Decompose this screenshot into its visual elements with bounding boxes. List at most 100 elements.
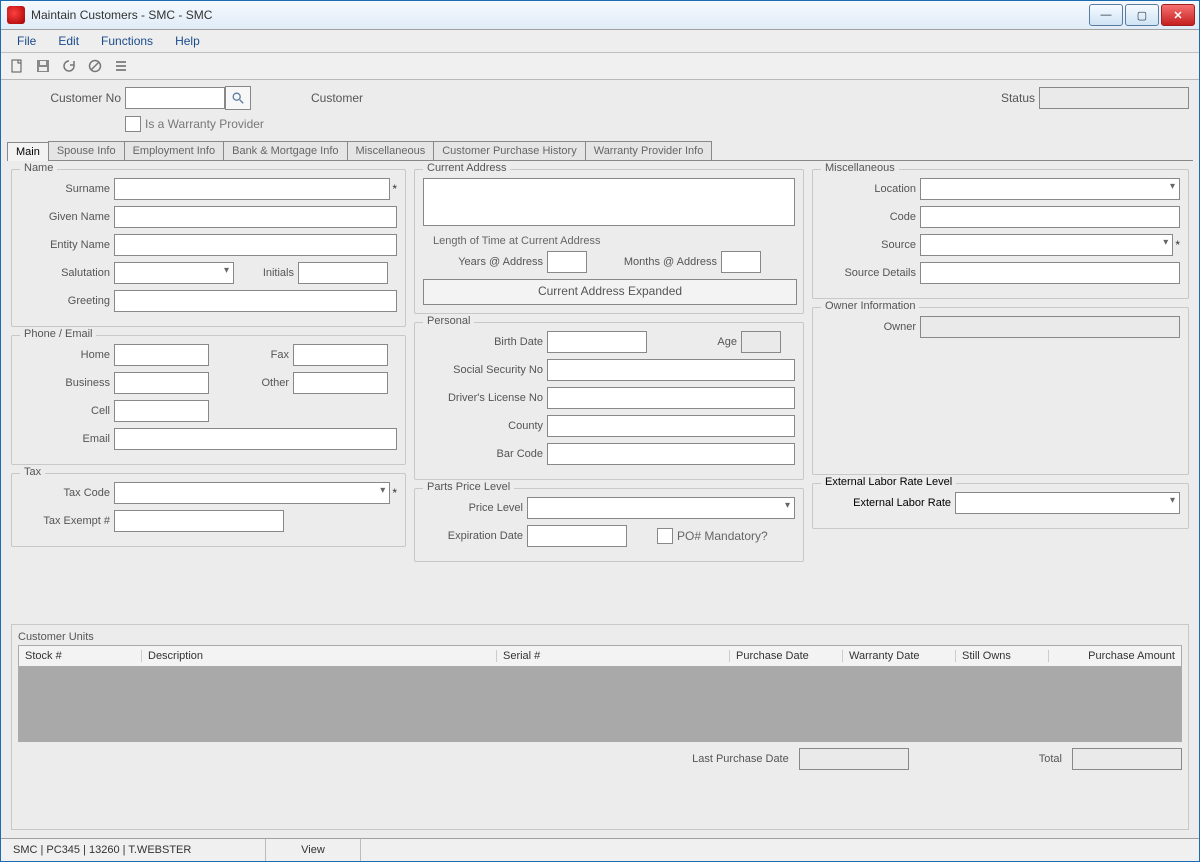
- customer-no-lookup-button[interactable]: [225, 86, 251, 110]
- tab-spouse-info[interactable]: Spouse Info: [48, 141, 125, 160]
- owner-legend: Owner Information: [821, 300, 919, 312]
- months-label: Months @ Address: [597, 256, 721, 268]
- fax-input[interactable]: [293, 344, 388, 366]
- window-title: Maintain Customers - SMC - SMC: [31, 8, 1089, 22]
- location-select[interactable]: [920, 178, 1180, 200]
- menu-help[interactable]: Help: [165, 32, 210, 50]
- name-legend: Name: [20, 162, 57, 174]
- status-info: SMC | PC345 | 13260 | T.WEBSTER: [1, 839, 266, 861]
- price-level-select[interactable]: [527, 497, 795, 519]
- external-labor-rate-select[interactable]: [955, 492, 1180, 514]
- warranty-provider-checkbox[interactable]: [125, 116, 141, 132]
- source-details-input[interactable]: [920, 262, 1180, 284]
- barcode-input[interactable]: [547, 443, 795, 465]
- menu-edit[interactable]: Edit: [48, 32, 89, 50]
- location-label: Location: [821, 183, 920, 195]
- units-grid-header: Stock # Description Serial # Purchase Da…: [18, 645, 1182, 667]
- source-details-label: Source Details: [821, 267, 920, 279]
- email-input[interactable]: [114, 428, 397, 450]
- col-serial[interactable]: Serial #: [497, 650, 730, 662]
- col-purchase-amount[interactable]: Purchase Amount: [1049, 650, 1181, 662]
- years-input[interactable]: [547, 251, 587, 273]
- age-field: [741, 331, 781, 353]
- months-input[interactable]: [721, 251, 761, 273]
- col-description[interactable]: Description: [142, 650, 497, 662]
- search-icon: [231, 91, 245, 105]
- price-level-label: Price Level: [423, 502, 527, 514]
- refresh-icon[interactable]: [59, 56, 79, 76]
- code-input[interactable]: [920, 206, 1180, 228]
- col-purchase-date[interactable]: Purchase Date: [730, 650, 843, 662]
- customer-no-input[interactable]: [125, 87, 225, 109]
- ssn-input[interactable]: [547, 359, 795, 381]
- email-label: Email: [20, 433, 114, 445]
- col-still-owns[interactable]: Still Owns: [956, 650, 1049, 662]
- units-grid-body[interactable]: [18, 667, 1182, 742]
- misc-legend: Miscellaneous: [821, 162, 899, 174]
- other-label: Other: [229, 377, 293, 389]
- greeting-input[interactable]: [114, 290, 397, 312]
- expiration-date-input[interactable]: [527, 525, 627, 547]
- given-name-input[interactable]: [114, 206, 397, 228]
- tab-warranty-provider-info[interactable]: Warranty Provider Info: [585, 141, 713, 160]
- surname-input[interactable]: [114, 178, 390, 200]
- list-icon[interactable]: [111, 56, 131, 76]
- menu-functions[interactable]: Functions: [91, 32, 163, 50]
- tax-exempt-label: Tax Exempt #: [20, 515, 114, 527]
- tax-code-select[interactable]: [114, 482, 390, 504]
- home-phone-input[interactable]: [114, 344, 209, 366]
- customer-label: Customer: [311, 91, 367, 105]
- tax-exempt-input[interactable]: [114, 510, 284, 532]
- app-window: Maintain Customers - SMC - SMC — ▢ ✕ Fil…: [0, 0, 1200, 862]
- misc-group: Miscellaneous Location Code Source* Sour…: [812, 169, 1189, 299]
- main-tab-panel: Name Surname* Given Name Entity Name Sal…: [1, 161, 1199, 838]
- tab-customer-purchase-history[interactable]: Customer Purchase History: [433, 141, 586, 160]
- salutation-select[interactable]: [114, 262, 234, 284]
- county-label: County: [423, 420, 547, 432]
- new-icon[interactable]: [7, 56, 27, 76]
- barcode-label: Bar Code: [423, 448, 547, 460]
- current-address-textarea[interactable]: [423, 178, 795, 226]
- ssn-label: Social Security No: [423, 364, 547, 376]
- cancel-icon[interactable]: [85, 56, 105, 76]
- source-select[interactable]: [920, 234, 1173, 256]
- birth-date-input[interactable]: [547, 331, 647, 353]
- business-label: Business: [20, 377, 114, 389]
- minimize-button[interactable]: —: [1089, 4, 1123, 26]
- status-bar: SMC | PC345 | 13260 | T.WEBSTER View: [1, 838, 1199, 861]
- po-mandatory-checkbox[interactable]: [657, 528, 673, 544]
- menu-file[interactable]: File: [7, 32, 46, 50]
- tab-miscellaneous[interactable]: Miscellaneous: [347, 141, 435, 160]
- source-label: Source: [821, 239, 920, 251]
- tab-main[interactable]: Main: [7, 142, 49, 161]
- cell-phone-input[interactable]: [114, 400, 209, 422]
- tax-code-label: Tax Code: [20, 487, 114, 499]
- po-mandatory-label: PO# Mandatory?: [677, 529, 768, 543]
- current-address-expanded-button[interactable]: Current Address Expanded: [423, 279, 797, 305]
- col-stock[interactable]: Stock #: [19, 650, 142, 662]
- owner-field: [920, 316, 1180, 338]
- tab-employment-info[interactable]: Employment Info: [124, 141, 225, 160]
- business-phone-input[interactable]: [114, 372, 209, 394]
- titlebar: Maintain Customers - SMC - SMC — ▢ ✕: [1, 1, 1199, 30]
- fax-label: Fax: [229, 349, 293, 361]
- entity-name-input[interactable]: [114, 234, 397, 256]
- close-button[interactable]: ✕: [1161, 4, 1195, 26]
- initials-input[interactable]: [298, 262, 388, 284]
- col-warranty-date[interactable]: Warranty Date: [843, 650, 956, 662]
- given-name-label: Given Name: [20, 211, 114, 223]
- phone-email-legend: Phone / Email: [20, 328, 96, 340]
- tax-code-required: *: [392, 486, 397, 500]
- header-area: Customer No Customer Status Is a Warrant…: [1, 80, 1199, 134]
- save-icon[interactable]: [33, 56, 53, 76]
- drivers-license-input[interactable]: [547, 387, 795, 409]
- tab-bank-mortgage-info[interactable]: Bank & Mortgage Info: [223, 141, 347, 160]
- customer-units-group: Customer Units Stock # Description Seria…: [11, 624, 1189, 831]
- other-phone-input[interactable]: [293, 372, 388, 394]
- personal-legend: Personal: [423, 315, 474, 327]
- col-mid: Current Address Length of Time at Curren…: [414, 169, 804, 616]
- external-labor-rate-group: External Labor Rate Level External Labor…: [812, 483, 1189, 529]
- toolbar: [1, 53, 1199, 80]
- county-input[interactable]: [547, 415, 795, 437]
- maximize-button[interactable]: ▢: [1125, 4, 1159, 26]
